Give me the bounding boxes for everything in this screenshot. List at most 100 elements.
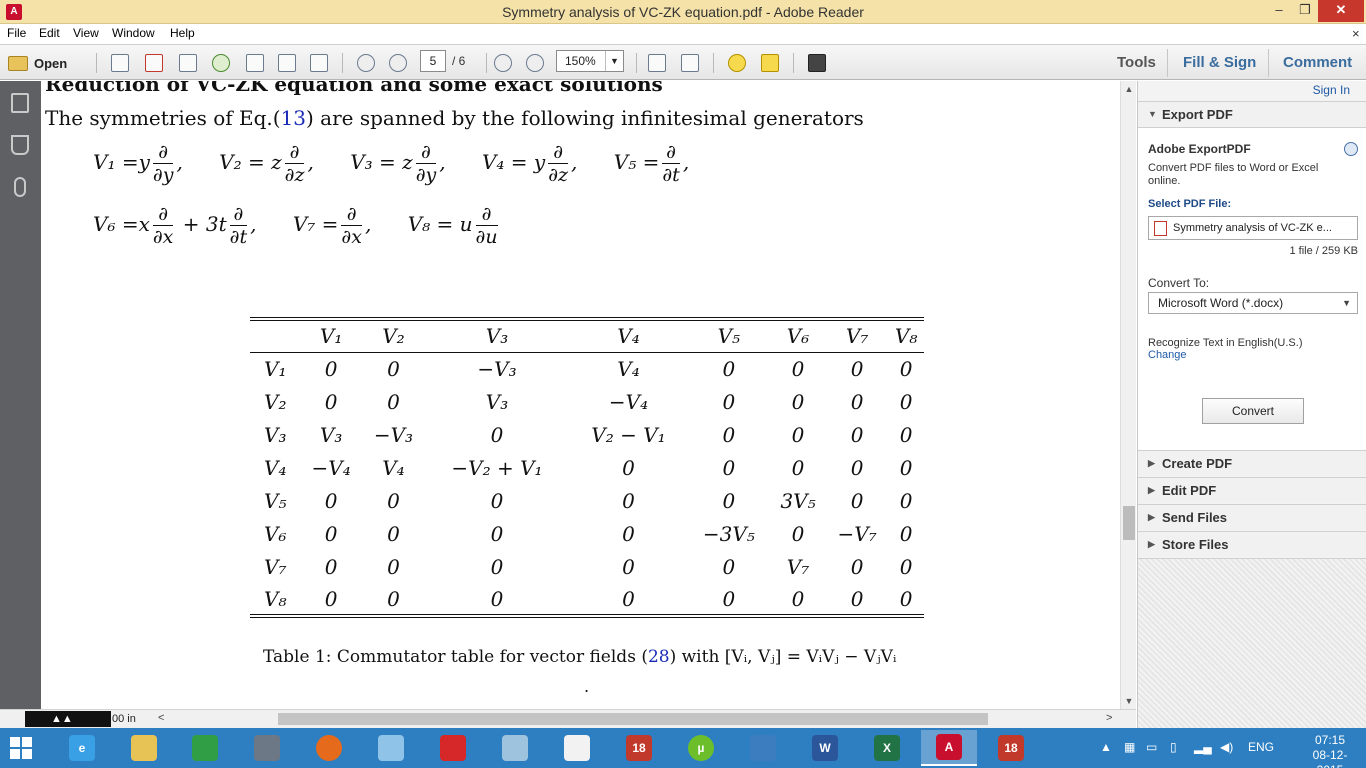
open-button[interactable]: Open bbox=[8, 51, 84, 75]
equation-reference-link[interactable]: 13 bbox=[281, 106, 306, 130]
table-caption: Table 1: Commutator table for vector fie… bbox=[263, 647, 896, 667]
table-cell: 0 bbox=[324, 554, 338, 579]
table-cell: 0 bbox=[387, 554, 400, 579]
fit-width-icon[interactable] bbox=[645, 51, 669, 75]
language-indicator[interactable]: ENG bbox=[1248, 740, 1274, 754]
table-cell: −V₇ bbox=[837, 521, 877, 546]
full-screen-icon[interactable] bbox=[805, 51, 829, 75]
game-icon[interactable] bbox=[425, 730, 481, 766]
internet-explorer-icon[interactable]: e bbox=[54, 730, 110, 766]
chevron-down-icon[interactable]: ▼ bbox=[605, 51, 623, 71]
vertical-scroll-thumb[interactable] bbox=[1123, 506, 1135, 540]
tools-pane: Sign In ▼ Export PDF Adobe ExportPDF Con… bbox=[1137, 81, 1366, 728]
create-pdf-header[interactable]: ▶ Create PDF bbox=[1138, 450, 1366, 476]
change-language-link[interactable]: Change bbox=[1148, 349, 1187, 361]
attachments-icon[interactable] bbox=[14, 177, 26, 197]
page-thumbnails-icon[interactable] bbox=[11, 93, 29, 113]
network-admin-icon[interactable] bbox=[239, 730, 295, 766]
scroll-up-icon[interactable]: ▲ bbox=[1121, 81, 1137, 97]
taskbar-clock[interactable]: 07:15 08-12-2015 bbox=[1302, 733, 1358, 768]
table-row-header: V₃ bbox=[264, 422, 287, 447]
page-number-input[interactable]: 5 bbox=[420, 50, 446, 72]
menu-window[interactable]: Window bbox=[112, 26, 155, 40]
signal-icon[interactable]: ▂▄ bbox=[1194, 740, 1212, 754]
table-cell: 0 bbox=[791, 455, 805, 480]
bookmarks-icon[interactable] bbox=[11, 135, 29, 155]
network-icon[interactable]: ▯ bbox=[1170, 740, 1177, 754]
app-18-icon[interactable]: 18 bbox=[611, 730, 667, 766]
pencil-app-icon[interactable] bbox=[549, 730, 605, 766]
scroll-down-icon[interactable]: ▼ bbox=[1121, 693, 1137, 709]
app-18b-icon[interactable]: 18 bbox=[983, 730, 1039, 766]
tab-comment[interactable]: Comment bbox=[1283, 54, 1352, 71]
tab-fill-sign[interactable]: Fill & Sign bbox=[1183, 54, 1256, 71]
scroll-left-icon[interactable]: < bbox=[158, 712, 164, 724]
print-icon[interactable] bbox=[275, 51, 299, 75]
convert-to-select[interactable]: Microsoft Word (*.docx) ▼ bbox=[1148, 292, 1358, 314]
scroll-right-icon[interactable]: > bbox=[1106, 712, 1112, 724]
zoom-select[interactable]: 150% ▼ bbox=[556, 50, 624, 72]
notepad-icon[interactable] bbox=[363, 730, 419, 766]
zoom-out-icon[interactable] bbox=[491, 51, 515, 75]
edit-document-icon[interactable] bbox=[176, 51, 200, 75]
menu-edit[interactable]: Edit bbox=[39, 26, 60, 40]
caption-reference-link[interactable]: 28 bbox=[648, 647, 670, 667]
upload-cloud-icon[interactable] bbox=[209, 51, 233, 75]
adobe-reader-icon[interactable]: A bbox=[921, 730, 977, 766]
media-icon[interactable] bbox=[735, 730, 791, 766]
utorrent-icon[interactable]: µ bbox=[673, 730, 729, 766]
menu-bar: File Edit View Window Help × bbox=[0, 24, 1366, 44]
table-cell: 0 bbox=[791, 521, 805, 546]
control-panel-icon[interactable] bbox=[487, 730, 543, 766]
vertical-scrollbar[interactable]: ▲ ▼ bbox=[1120, 81, 1136, 709]
battery-icon[interactable]: ▭ bbox=[1146, 740, 1157, 754]
table-cell: 0 bbox=[850, 455, 864, 480]
menu-file[interactable]: File bbox=[7, 26, 26, 40]
combine-files-icon[interactable] bbox=[142, 51, 166, 75]
maximize-button[interactable]: ❐ bbox=[1292, 0, 1318, 22]
table-cell: −V₄ bbox=[608, 389, 649, 414]
selected-file-name: Symmetry analysis of VC-ZK e... bbox=[1173, 222, 1332, 234]
menu-help[interactable]: Help bbox=[170, 26, 195, 40]
show-hidden-icons-icon[interactable]: ▲ bbox=[1100, 740, 1112, 754]
next-page-icon[interactable] bbox=[386, 51, 410, 75]
previous-page-icon[interactable] bbox=[354, 51, 378, 75]
volume-icon[interactable]: ◀) bbox=[1220, 740, 1233, 754]
highlight-text-icon[interactable] bbox=[758, 51, 782, 75]
close-button[interactable]: ✕ bbox=[1318, 0, 1364, 22]
table-cell: 0 bbox=[850, 586, 864, 611]
close-document-icon[interactable]: × bbox=[1352, 26, 1360, 41]
toolbar-separator bbox=[342, 53, 343, 73]
action-center-icon[interactable]: ▦ bbox=[1124, 740, 1135, 754]
gen-v8-lhs: V₈ = u bbox=[407, 212, 473, 236]
excel-icon[interactable]: X bbox=[859, 730, 915, 766]
firefox-icon[interactable] bbox=[301, 730, 357, 766]
file-explorer-icon[interactable] bbox=[116, 730, 172, 766]
horizontal-scroll-thumb[interactable] bbox=[278, 713, 988, 725]
edit-pdf-label: Edit PDF bbox=[1162, 483, 1217, 498]
word-icon[interactable]: W bbox=[797, 730, 853, 766]
sign-in-link[interactable]: Sign In bbox=[1313, 83, 1350, 97]
store-files-header[interactable]: ▶ Store Files bbox=[1138, 531, 1366, 557]
send-files-header[interactable]: ▶ Send Files bbox=[1138, 504, 1366, 530]
minimize-button[interactable]: – bbox=[1266, 0, 1292, 22]
create-pdf-icon[interactable] bbox=[108, 51, 132, 75]
selected-file-field[interactable]: Symmetry analysis of VC-ZK e... bbox=[1148, 216, 1358, 240]
horizontal-scrollbar[interactable]: ▲▲ 00 in < > bbox=[0, 709, 1136, 728]
sticky-note-icon[interactable] bbox=[725, 51, 749, 75]
select-file-label: Select PDF File: bbox=[1148, 198, 1232, 210]
fit-page-icon[interactable] bbox=[678, 51, 702, 75]
convert-button[interactable]: Convert bbox=[1202, 398, 1304, 424]
save-icon[interactable] bbox=[243, 51, 267, 75]
export-pdf-header[interactable]: ▼ Export PDF bbox=[1138, 101, 1366, 127]
email-icon[interactable] bbox=[307, 51, 331, 75]
edit-pdf-header[interactable]: ▶ Edit PDF bbox=[1138, 477, 1366, 503]
menu-view[interactable]: View bbox=[73, 26, 99, 40]
zoom-in-icon[interactable] bbox=[523, 51, 547, 75]
help-icon[interactable] bbox=[1344, 142, 1358, 156]
gen-v3-lhs: V₃ = z bbox=[350, 150, 413, 174]
tab-tools[interactable]: Tools bbox=[1117, 54, 1156, 71]
table-column-header: V₃ bbox=[485, 324, 509, 349]
store-icon[interactable] bbox=[177, 730, 233, 766]
start-button[interactable] bbox=[10, 737, 32, 759]
